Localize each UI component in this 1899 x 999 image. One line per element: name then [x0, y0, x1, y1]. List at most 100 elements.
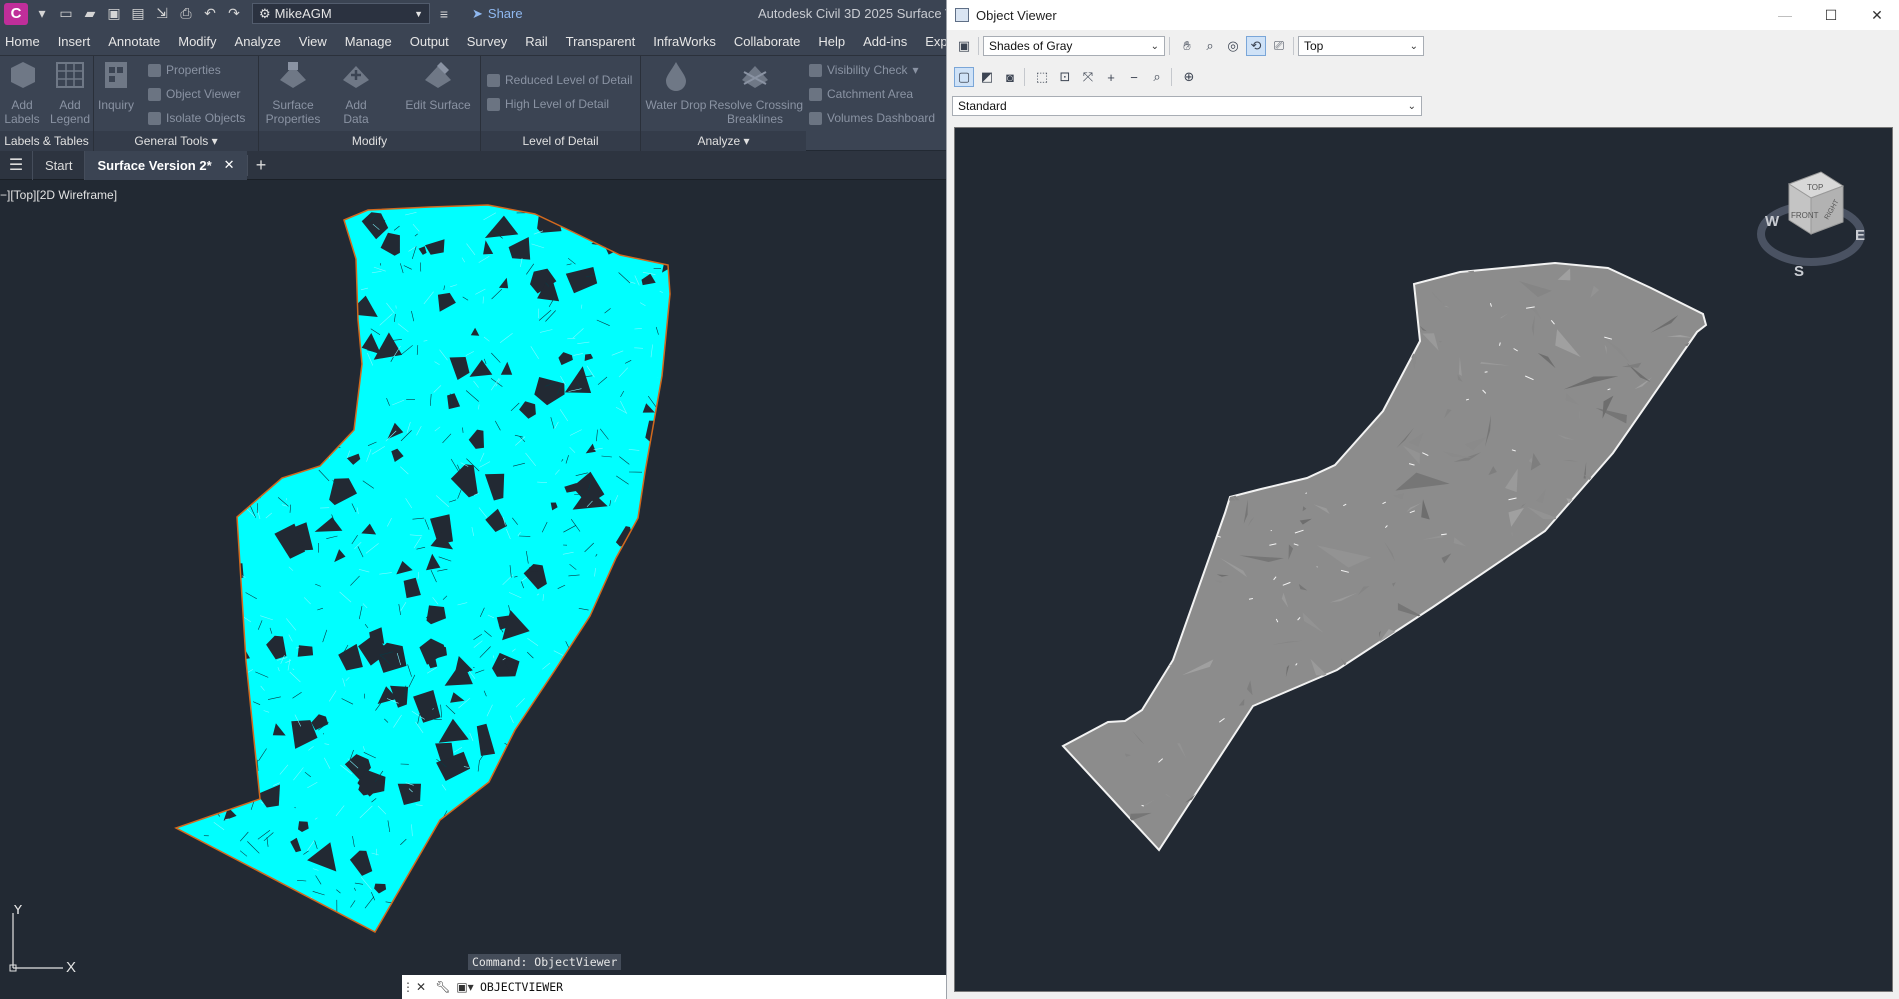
tab-annotate[interactable]: Annotate: [99, 34, 169, 49]
properties-button[interactable]: Properties: [148, 60, 221, 80]
mesh-edge: [619, 886, 625, 888]
open-folder-icon[interactable]: ▰: [80, 4, 100, 24]
target-icon[interactable]: ⊕: [1179, 67, 1199, 87]
volumes-dashboard-button[interactable]: Volumes Dashboard: [809, 108, 935, 128]
ucs-y-label: Y: [13, 905, 23, 918]
add-legend-button[interactable]: Add Legend: [48, 58, 92, 126]
zoom-window-icon[interactable]: ⬚: [1032, 67, 1052, 87]
perspective-projection-icon[interactable]: ◩: [977, 67, 997, 87]
mesh-edge: [255, 312, 260, 321]
orbit-icon[interactable]: ◎: [1223, 36, 1243, 56]
tab-home[interactable]: Home: [0, 34, 49, 49]
new-file-icon[interactable]: ▭: [56, 4, 76, 24]
new-tab-button[interactable]: +: [246, 154, 275, 176]
tab-manage[interactable]: Manage: [336, 34, 401, 49]
object-viewer-canvas[interactable]: TOP FRONT RIGHT W E S: [954, 127, 1893, 992]
zoom-in-icon[interactable]: +: [1101, 67, 1121, 87]
mesh-edge: [531, 803, 545, 809]
panel-title-general-tools[interactable]: General Tools ▾: [94, 131, 258, 151]
tab-start[interactable]: Start: [32, 150, 84, 180]
zoom-extents-icon[interactable]: ⤧: [1078, 67, 1098, 87]
tab-modify[interactable]: Modify: [169, 34, 225, 49]
surface-properties-button[interactable]: Surface Properties: [265, 58, 321, 126]
close-icon[interactable]: ✕: [410, 980, 432, 994]
free-orbit-icon[interactable]: ⟲: [1246, 36, 1266, 56]
share-button[interactable]: ➤ Share: [472, 6, 523, 22]
tab-infraworks[interactable]: InfraWorks: [644, 34, 725, 49]
tab-collaborate[interactable]: Collaborate: [725, 34, 810, 49]
zoom-previous-icon[interactable]: ⊡: [1055, 67, 1075, 87]
surface-facet: [1588, 548, 1610, 550]
tab-express-tools[interactable]: Express T: [916, 34, 946, 49]
hamburger-menu-icon[interactable]: ☰: [0, 155, 32, 175]
tab-help[interactable]: Help: [809, 34, 854, 49]
surface-facet: [1145, 337, 1155, 344]
save-icon[interactable]: ▣: [954, 36, 974, 56]
add-data-button[interactable]: Add Data: [331, 58, 381, 126]
visual-style-dropdown[interactable]: Shades of Gray ⌄: [983, 36, 1165, 56]
redo-icon[interactable]: ↷: [224, 4, 244, 24]
zoom-realtime-icon[interactable]: ⌕: [1147, 67, 1167, 87]
grip-icon[interactable]: ⋮: [402, 980, 414, 994]
tab-survey[interactable]: Survey: [458, 34, 516, 49]
export-icon[interactable]: ⇲: [152, 4, 172, 24]
mesh-gap: [313, 382, 334, 404]
tab-rail[interactable]: Rail: [516, 34, 556, 49]
catchment-area-label: Catchment Area: [827, 87, 914, 101]
customize-qat-icon[interactable]: ≡: [434, 4, 454, 24]
minimize-icon[interactable]: —: [1762, 7, 1808, 24]
mesh-gap: [537, 205, 562, 233]
visibility-check-button[interactable]: Visibility Check ▾: [809, 60, 919, 80]
command-line[interactable]: ⋮ ✕ 🔧︎ ▣▾ OBJECTVIEWER: [402, 975, 946, 999]
wrench-icon[interactable]: 🔧︎: [432, 980, 454, 994]
properties-icon: [148, 63, 161, 77]
parallel-projection-icon[interactable]: ▢: [954, 67, 974, 87]
save-icon[interactable]: ▣: [104, 4, 124, 24]
save-as-icon[interactable]: ▤: [128, 4, 148, 24]
view-dropdown[interactable]: Top ⌄: [1298, 36, 1424, 56]
object-viewer-button[interactable]: Object Viewer: [148, 84, 240, 104]
dropdown-arrow-icon[interactable]: ▾: [32, 4, 52, 24]
surface-facet: [1660, 473, 1681, 491]
maximize-icon[interactable]: ☐: [1808, 7, 1854, 24]
pan-hand-icon[interactable]: ✋︎: [1177, 36, 1197, 56]
tab-output[interactable]: Output: [401, 34, 458, 49]
edit-surface-button[interactable]: Edit Surface: [403, 58, 473, 112]
zoom-icon[interactable]: ⌕: [1200, 36, 1220, 56]
tab-transparent[interactable]: Transparent: [557, 34, 645, 49]
command-input[interactable]: OBJECTVIEWER: [480, 980, 563, 994]
catchment-area-button[interactable]: Catchment Area: [809, 84, 913, 104]
surface-facet: [1216, 834, 1226, 842]
tab-surface-version-2[interactable]: Surface Version 2* ✕: [84, 150, 247, 180]
camera-icon[interactable]: ◙: [1000, 67, 1020, 87]
tab-analyze[interactable]: Analyze: [226, 34, 290, 49]
close-icon[interactable]: ✕: [224, 157, 235, 173]
resolve-crossing-breaklines-button[interactable]: Resolve Crossing Breaklines: [709, 58, 803, 126]
surface-facet: [1357, 694, 1373, 735]
display-style-dropdown[interactable]: Standard ⌄: [952, 96, 1422, 116]
add-labels-button[interactable]: Add Labels: [2, 58, 42, 126]
tab-add-ins[interactable]: Add-ins: [854, 34, 916, 49]
application-menu-button[interactable]: C: [4, 2, 28, 25]
print-icon[interactable]: ⎙: [176, 4, 196, 24]
command-prompt-icon[interactable]: ▣▾: [454, 980, 476, 994]
viewcube[interactable]: TOP FRONT RIGHT W E S: [1757, 171, 1865, 280]
mesh-edge: [558, 883, 568, 890]
panel-title-analyze[interactable]: Analyze ▾: [641, 131, 806, 151]
workspace-dropdown[interactable]: ⚙ MikeAGM ▼: [252, 3, 430, 24]
zoom-out-icon[interactable]: −: [1124, 67, 1144, 87]
mesh-edge: [254, 485, 261, 499]
tab-insert[interactable]: Insert: [49, 34, 100, 49]
mesh-gap: [616, 653, 638, 682]
close-icon[interactable]: ✕: [1854, 7, 1899, 24]
reduced-level-of-detail-button[interactable]: Reduced Level of Detail: [487, 70, 632, 90]
inquiry-button[interactable]: Inquiry: [96, 58, 136, 112]
continuous-orbit-icon[interactable]: ⎚: [1269, 36, 1289, 56]
water-drop-button[interactable]: Water Drop: [643, 58, 709, 112]
mesh-edge: [304, 420, 318, 426]
tab-view[interactable]: View: [290, 34, 336, 49]
mesh-edge: [650, 543, 659, 556]
isolate-objects-button[interactable]: Isolate Objects: [148, 108, 245, 128]
undo-icon[interactable]: ↶: [200, 4, 220, 24]
high-level-of-detail-button[interactable]: High Level of Detail: [487, 94, 609, 114]
